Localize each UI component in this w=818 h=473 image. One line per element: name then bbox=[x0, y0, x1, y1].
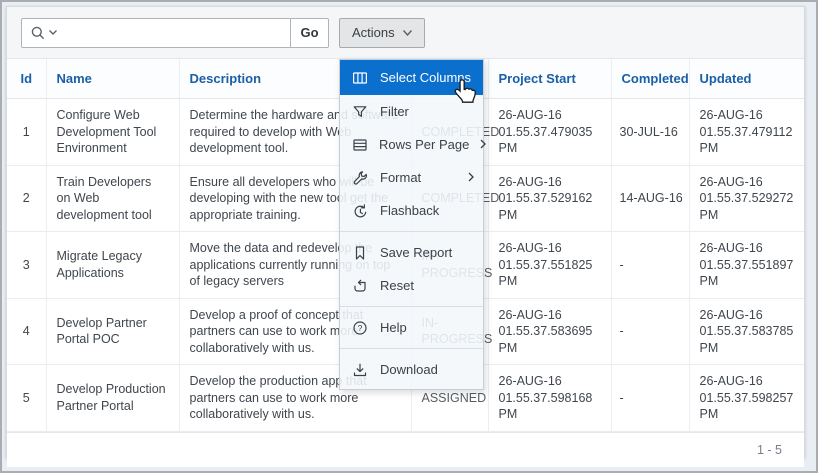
help-icon: ? bbox=[352, 319, 369, 336]
column-header-completed[interactable]: Completed bbox=[611, 59, 689, 99]
format-wrench-icon bbox=[352, 169, 369, 186]
column-header-id[interactable]: Id bbox=[7, 59, 46, 99]
menu-item-flashback[interactable]: Flashback bbox=[340, 194, 483, 227]
cell-project-start: 26-AUG-16 01.55.37.583695 PM bbox=[488, 298, 611, 365]
menu-item-rows-per-page[interactable]: Rows Per Page bbox=[340, 128, 483, 161]
cell-updated: 26-AUG-16 01.55.37.529272 PM bbox=[689, 165, 804, 232]
cell-completed: 30-JUL-16 bbox=[611, 99, 689, 166]
columns-icon bbox=[352, 69, 369, 86]
cell-project-start: 26-AUG-16 01.55.37.551825 PM bbox=[488, 232, 611, 299]
menu-item-label: Rows Per Page bbox=[379, 137, 469, 152]
pagination-range: 1 - 5 bbox=[757, 443, 782, 457]
column-header-updated[interactable]: Updated bbox=[689, 59, 804, 99]
cell-updated: 26-AUG-16 01.55.37.583785 PM bbox=[689, 298, 804, 365]
menu-item-label: Help bbox=[380, 320, 474, 335]
svg-text:?: ? bbox=[358, 323, 363, 333]
download-icon bbox=[352, 361, 369, 378]
cell-completed: - bbox=[611, 365, 689, 432]
cell-id: 4 bbox=[7, 298, 46, 365]
menu-item-label: Flashback bbox=[380, 203, 474, 218]
cell-name: Train Developers on Web development tool bbox=[46, 165, 179, 232]
go-button[interactable]: Go bbox=[290, 18, 329, 48]
report-footer: 1 - 5 bbox=[7, 432, 804, 467]
menu-item-save-report[interactable]: Save Report bbox=[340, 236, 483, 269]
menu-item-label: Save Report bbox=[380, 245, 474, 260]
column-header-name[interactable]: Name bbox=[46, 59, 179, 99]
flashback-clock-icon bbox=[352, 202, 369, 219]
cell-id: 3 bbox=[7, 232, 46, 299]
menu-item-format[interactable]: Format bbox=[340, 161, 483, 194]
chevron-down-icon bbox=[403, 30, 412, 36]
menu-separator bbox=[340, 231, 483, 232]
actions-button[interactable]: Actions bbox=[339, 18, 425, 48]
cell-project-start: 26-AUG-16 01.55.37.529162 PM bbox=[488, 165, 611, 232]
menu-item-label: Reset bbox=[380, 278, 474, 293]
cell-completed: - bbox=[611, 298, 689, 365]
cell-updated: 26-AUG-16 01.55.37.551897 PM bbox=[689, 232, 804, 299]
cell-updated: 26-AUG-16 01.55.37.479112 PM bbox=[689, 99, 804, 166]
cell-name: Migrate Legacy Applications bbox=[46, 232, 179, 299]
search-toolbar: Go Actions bbox=[7, 7, 804, 58]
menu-item-help[interactable]: ? Help bbox=[340, 311, 483, 344]
menu-item-download[interactable]: Download bbox=[340, 353, 483, 386]
actions-menu: Select Columns Filter Rows Per Page bbox=[339, 59, 484, 390]
menu-item-reset[interactable]: Reset bbox=[340, 269, 483, 302]
cell-updated: 26-AUG-16 01.55.37.598257 PM bbox=[689, 365, 804, 432]
filter-icon bbox=[352, 103, 369, 120]
cell-project-start: 26-AUG-16 01.55.37.598168 PM bbox=[488, 365, 611, 432]
cell-name: Configure Web Development Tool Environme… bbox=[46, 99, 179, 166]
menu-item-label: Download bbox=[380, 362, 474, 377]
menu-separator bbox=[340, 348, 483, 349]
cell-project-start: 26-AUG-16 01.55.37.479035 PM bbox=[488, 99, 611, 166]
app-window: Go Actions Id Name Description Pro bbox=[0, 0, 818, 473]
menu-separator bbox=[340, 306, 483, 307]
search-options-button[interactable] bbox=[22, 19, 64, 47]
reset-icon bbox=[352, 277, 369, 294]
rows-per-page-icon bbox=[352, 136, 368, 153]
cell-completed: 14-AUG-16 bbox=[611, 165, 689, 232]
cell-name: Develop Partner Portal POC bbox=[46, 298, 179, 365]
save-report-bookmark-icon bbox=[352, 244, 369, 261]
cell-id: 5 bbox=[7, 365, 46, 432]
search-icon bbox=[30, 25, 46, 41]
submenu-chevron-icon bbox=[480, 137, 486, 152]
mouse-cursor-icon bbox=[452, 78, 479, 107]
column-header-project-start[interactable]: Project Start bbox=[488, 59, 611, 99]
menu-item-label: Format bbox=[380, 170, 457, 185]
cell-id: 1 bbox=[7, 99, 46, 166]
actions-button-label: Actions bbox=[352, 25, 395, 40]
cell-name: Develop Production Partner Portal bbox=[46, 365, 179, 432]
search-input[interactable] bbox=[64, 19, 290, 47]
cell-id: 2 bbox=[7, 165, 46, 232]
cell-completed: - bbox=[611, 232, 689, 299]
submenu-chevron-icon bbox=[468, 170, 474, 185]
search-group bbox=[21, 18, 291, 48]
chevron-down-icon bbox=[49, 30, 57, 35]
